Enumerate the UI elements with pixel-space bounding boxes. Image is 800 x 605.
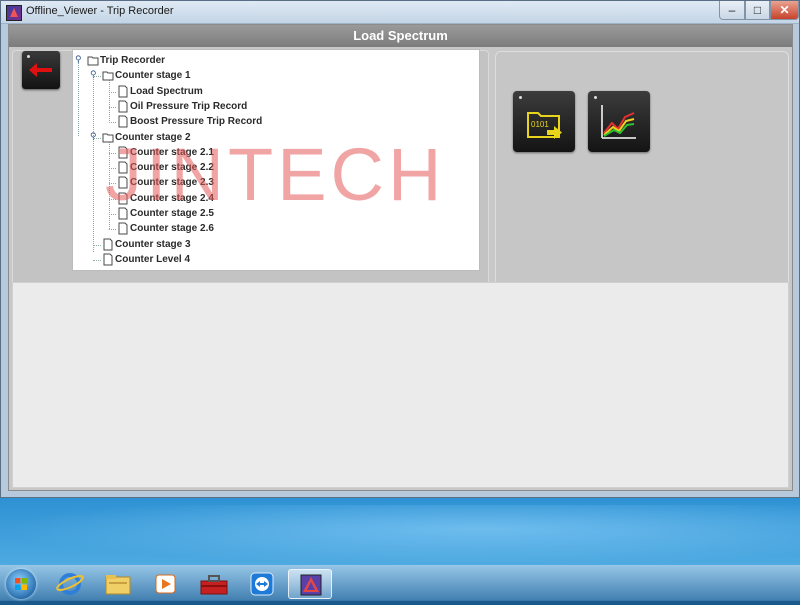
tree-node[interactable]: Counter stage 2: [102, 130, 191, 145]
binary-code-label: 0101: [531, 120, 549, 129]
page-title: Load Spectrum: [9, 25, 792, 47]
tree-node[interactable]: Counter stage 2.3: [117, 175, 214, 190]
tree-connector: [109, 198, 116, 200]
file-icon: [118, 192, 128, 205]
file-icon: [118, 100, 128, 113]
taskbar: [0, 565, 800, 601]
tree-connector: [109, 214, 116, 215]
tree-connector: [109, 106, 116, 108]
tree-node[interactable]: Counter stage 2.4: [117, 191, 214, 206]
app-icon[interactable]: [6, 5, 22, 21]
client-area: Load Spectrum Trip Recorder ⚲ Counter stag…: [8, 24, 793, 491]
tree-node-label: Counter stage 2.6: [130, 223, 214, 235]
open-binary-file-button[interactable]: 0101: [513, 91, 575, 152]
title-bar[interactable]: Offline_Viewer - Trip Recorder – □ ✕: [1, 1, 799, 24]
tree-node-label: Counter stage 2.1: [130, 146, 214, 158]
file-icon: [118, 207, 128, 220]
tree-node-label: Boost Pressure Trip Record: [130, 116, 263, 128]
tree-node-label: Counter stage 2.4: [130, 192, 214, 204]
file-icon: [118, 146, 128, 159]
windows-logo-icon: [15, 578, 27, 590]
tree-connector: [109, 152, 116, 154]
toolbox-icon: [200, 575, 228, 595]
open-binary-file-icon: 0101: [527, 112, 562, 139]
file-icon: [118, 176, 128, 189]
tree-node-label: Counter stage 2.5: [130, 208, 214, 219]
tree-node[interactable]: Counter stage 1: [102, 68, 191, 83]
tree-node-label: Load Spectrum: [130, 85, 203, 97]
tree-node[interactable]: Counter stage 2.1: [117, 145, 214, 160]
tree-node[interactable]: Load Spectrum: [117, 84, 203, 99]
internet-explorer-icon: [56, 573, 84, 595]
tree-node[interactable]: Counter stage 2.6: [117, 221, 214, 236]
tree-node[interactable]: Counter stage 3: [102, 237, 191, 252]
tree-node-label: Counter stage 2: [115, 131, 191, 143]
tree-connector: [93, 76, 94, 252]
folder-icon: [102, 71, 114, 81]
line-chart-button[interactable]: [588, 91, 650, 152]
tree-node-label: Trip Recorder: [100, 55, 166, 66]
start-button[interactable]: [6, 569, 36, 599]
line-chart-icon: [601, 105, 636, 139]
taskbar-teamviewer[interactable]: [240, 569, 284, 599]
tree-node-label: Counter stage 2.2: [130, 162, 214, 174]
tree-node[interactable]: Oil Pressure Trip Record: [117, 99, 247, 114]
taskbar-internet-explorer[interactable]: [48, 569, 92, 599]
trip-recorder-tree: Trip Recorder ⚲ Counter stage 1 ⚲ Load Spect…: [72, 49, 480, 271]
folder-icon: [102, 133, 114, 142]
tree-node-label: Counter stage 3: [115, 238, 191, 250]
app-window: Offline_Viewer - Trip Recorder – □ ✕ Loa…: [0, 0, 800, 498]
content-area: [12, 282, 789, 488]
maximize-button[interactable]: □: [745, 1, 770, 20]
tree-connector: [78, 61, 79, 136]
tree-connector: [93, 244, 101, 246]
file-icon: [103, 253, 113, 266]
tree-node-label: Counter stage 1: [115, 70, 191, 82]
tree-node-label: Counter Level 4: [115, 253, 191, 265]
offline-viewer-icon: [300, 574, 322, 596]
tree-connector: [109, 122, 116, 124]
tree-node-label: Oil Pressure Trip Record: [130, 100, 248, 112]
tree-connector: [93, 137, 101, 139]
back-button[interactable]: [22, 51, 60, 89]
back-arrow-icon: [29, 63, 52, 77]
minimize-button[interactable]: –: [719, 1, 745, 20]
file-explorer-icon: [105, 575, 131, 595]
folder-icon: [87, 56, 99, 66]
expand-toggle-icon[interactable]: ⚲: [75, 54, 82, 65]
tools-panel: 0101: [495, 51, 789, 297]
file-icon: [118, 161, 128, 174]
expand-toggle-icon[interactable]: ⚲: [90, 131, 97, 142]
tree-connector: [93, 259, 101, 261]
taskbar-media-player[interactable]: [144, 569, 188, 599]
taskbar-file-explorer[interactable]: [96, 569, 140, 599]
tree-node[interactable]: Counter stage 2.5: [117, 206, 214, 221]
teamviewer-icon: [250, 572, 274, 596]
tree-node[interactable]: Boost Pressure Trip Record: [117, 114, 262, 129]
tree-node[interactable]: Counter Level 4: [102, 252, 190, 267]
tree-node[interactable]: Counter stage 2.2: [117, 160, 214, 175]
media-player-icon: [155, 574, 176, 594]
tree-connector: [109, 229, 116, 231]
close-button[interactable]: ✕: [770, 1, 799, 20]
tree-connector: [93, 76, 101, 78]
taskbar-offline-viewer[interactable]: [288, 569, 332, 599]
tree-node[interactable]: Trip Recorder: [87, 53, 165, 68]
tree-connector: [109, 168, 116, 170]
taskbar-toolbox[interactable]: [192, 569, 236, 599]
tree-connector: [109, 183, 116, 185]
tree-node-label: Counter stage 2.3: [130, 177, 214, 189]
file-icon: [118, 115, 128, 128]
window-title: Offline_Viewer - Trip Recorder: [26, 5, 174, 17]
file-icon: [118, 85, 128, 98]
expand-toggle-icon[interactable]: ⚲: [90, 69, 97, 80]
tree-connector: [109, 91, 116, 93]
file-icon: [103, 238, 113, 251]
file-icon: [118, 222, 128, 235]
